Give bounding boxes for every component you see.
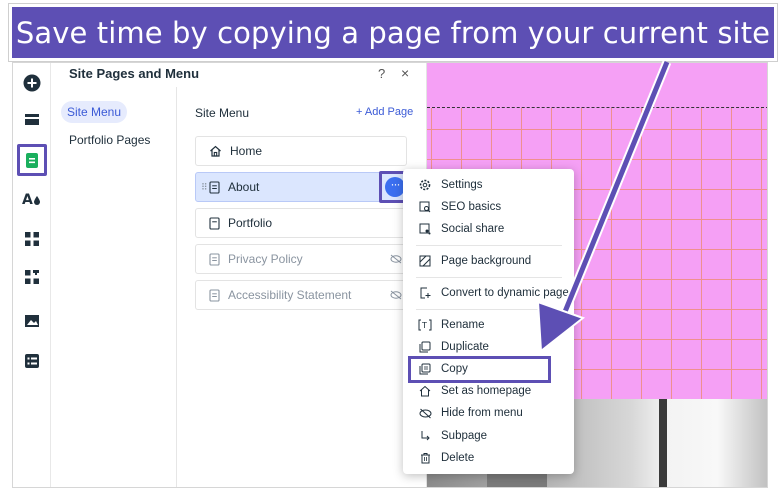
menu-divider [416,277,562,278]
page-row-privacy-policy[interactable]: Privacy Policy [195,244,407,274]
page-label: Privacy Policy [228,252,303,266]
panel-header: Site Pages and Menu ? × [51,63,427,87]
nav-portfolio-pages[interactable]: Portfolio Pages [69,133,150,147]
menu-item-label: Hide from menu [441,407,523,419]
seo-icon [418,201,432,213]
header-divider [427,107,767,108]
banner-text: Save time by copying a page from your cu… [15,15,771,50]
hidden-eye-icon [390,289,402,303]
menu-divider [416,245,562,246]
apps-icon[interactable] [18,225,46,253]
editor-left-rail: A [13,63,51,487]
menu-item-label: Subpage [441,430,488,442]
menu-item-delete[interactable]: Delete [403,447,574,469]
menu-divider [416,309,562,310]
design-icon[interactable]: A [18,185,46,213]
menu-item-page-background[interactable]: Page background [403,250,574,272]
menu-item-rename[interactable]: T Rename [403,314,574,336]
media-icon[interactable] [18,307,46,335]
tutorial-banner: Save time by copying a page from your cu… [9,4,777,61]
add-icon[interactable] [18,69,46,97]
menu-item-label: Settings [441,179,483,191]
panel-nav: Site Menu Portfolio Pages [51,87,177,487]
rename-icon: T [418,319,432,331]
share-icon [418,223,432,235]
hide-icon [418,408,432,419]
menu-item-label: Social share [441,223,505,235]
help-button[interactable]: ? [378,66,385,81]
app-market-icon[interactable] [18,263,46,291]
hidden-eye-icon [390,253,402,267]
copy-highlight-box [408,356,551,383]
menu-item-social-share[interactable]: Social share [403,218,574,240]
page-icon [209,180,220,194]
background-icon [418,255,432,267]
menu-icon[interactable] [18,106,46,134]
menu-item-set-homepage[interactable]: Set as homepage [403,380,574,402]
page-label: Home [230,144,263,158]
home-icon [418,385,432,397]
page-row-home[interactable]: Home [195,136,407,166]
panel-title: Site Pages and Menu [69,66,200,81]
menu-item-convert-dynamic[interactable]: Convert to dynamic page [403,282,574,304]
pages-icon[interactable] [17,144,47,176]
menu-item-seo-basics[interactable]: SEO basics [403,196,574,218]
site-pages-panel: Site Pages and Menu ? × Site Menu Portfo… [51,63,427,487]
home-icon [209,145,222,157]
page-label: About [228,180,260,194]
svg-text:T: T [421,321,427,330]
menu-item-hide-from-menu[interactable]: Hide from menu [403,402,574,424]
menu-item-label: Set as homepage [441,385,532,397]
canvas-header-strip [427,63,767,108]
menu-item-label: Page background [441,255,532,267]
page-context-menu: Settings SEO basics Social share Page ba… [403,169,574,474]
menu-item-label: Duplicate [441,341,489,353]
menu-item-settings[interactable]: Settings [403,174,574,196]
menu-item-label: Convert to dynamic page [441,287,569,299]
editor-window: A Site Pages and Menu ? × Site Menu Port… [12,62,768,488]
drag-handle-icon[interactable]: ⠿ [201,182,208,193]
page-row-about[interactable]: ⠿ About [195,172,407,202]
subpage-icon [418,430,432,442]
photo-detail [659,399,667,487]
duplicate-icon [418,341,432,353]
page-label: Accessibility Statement [228,288,352,302]
gear-icon [418,179,432,191]
dynamic-page-icon [418,287,432,299]
svg-text:A: A [22,192,33,207]
page-label: Portfolio [228,216,273,230]
cms-icon[interactable] [18,347,46,375]
menu-item-subpage[interactable]: Subpage [403,425,574,447]
add-page-button[interactable]: + Add Page [356,106,413,118]
page-icon [209,216,220,230]
section-title: Site Menu [195,106,250,120]
nav-site-menu[interactable]: Site Menu [61,101,127,123]
page-icon [209,252,220,266]
menu-item-label: Delete [441,452,475,464]
trash-icon [418,452,432,464]
menu-item-duplicate[interactable]: Duplicate [403,336,574,358]
page-row-portfolio[interactable]: Portfolio [195,208,407,238]
menu-item-label: SEO basics [441,201,502,213]
page-row-accessibility-statement[interactable]: Accessibility Statement [195,280,407,310]
close-button[interactable]: × [401,65,409,81]
page-icon [209,288,220,302]
menu-item-label: Rename [441,319,485,331]
more-icon: ··· [385,177,405,197]
